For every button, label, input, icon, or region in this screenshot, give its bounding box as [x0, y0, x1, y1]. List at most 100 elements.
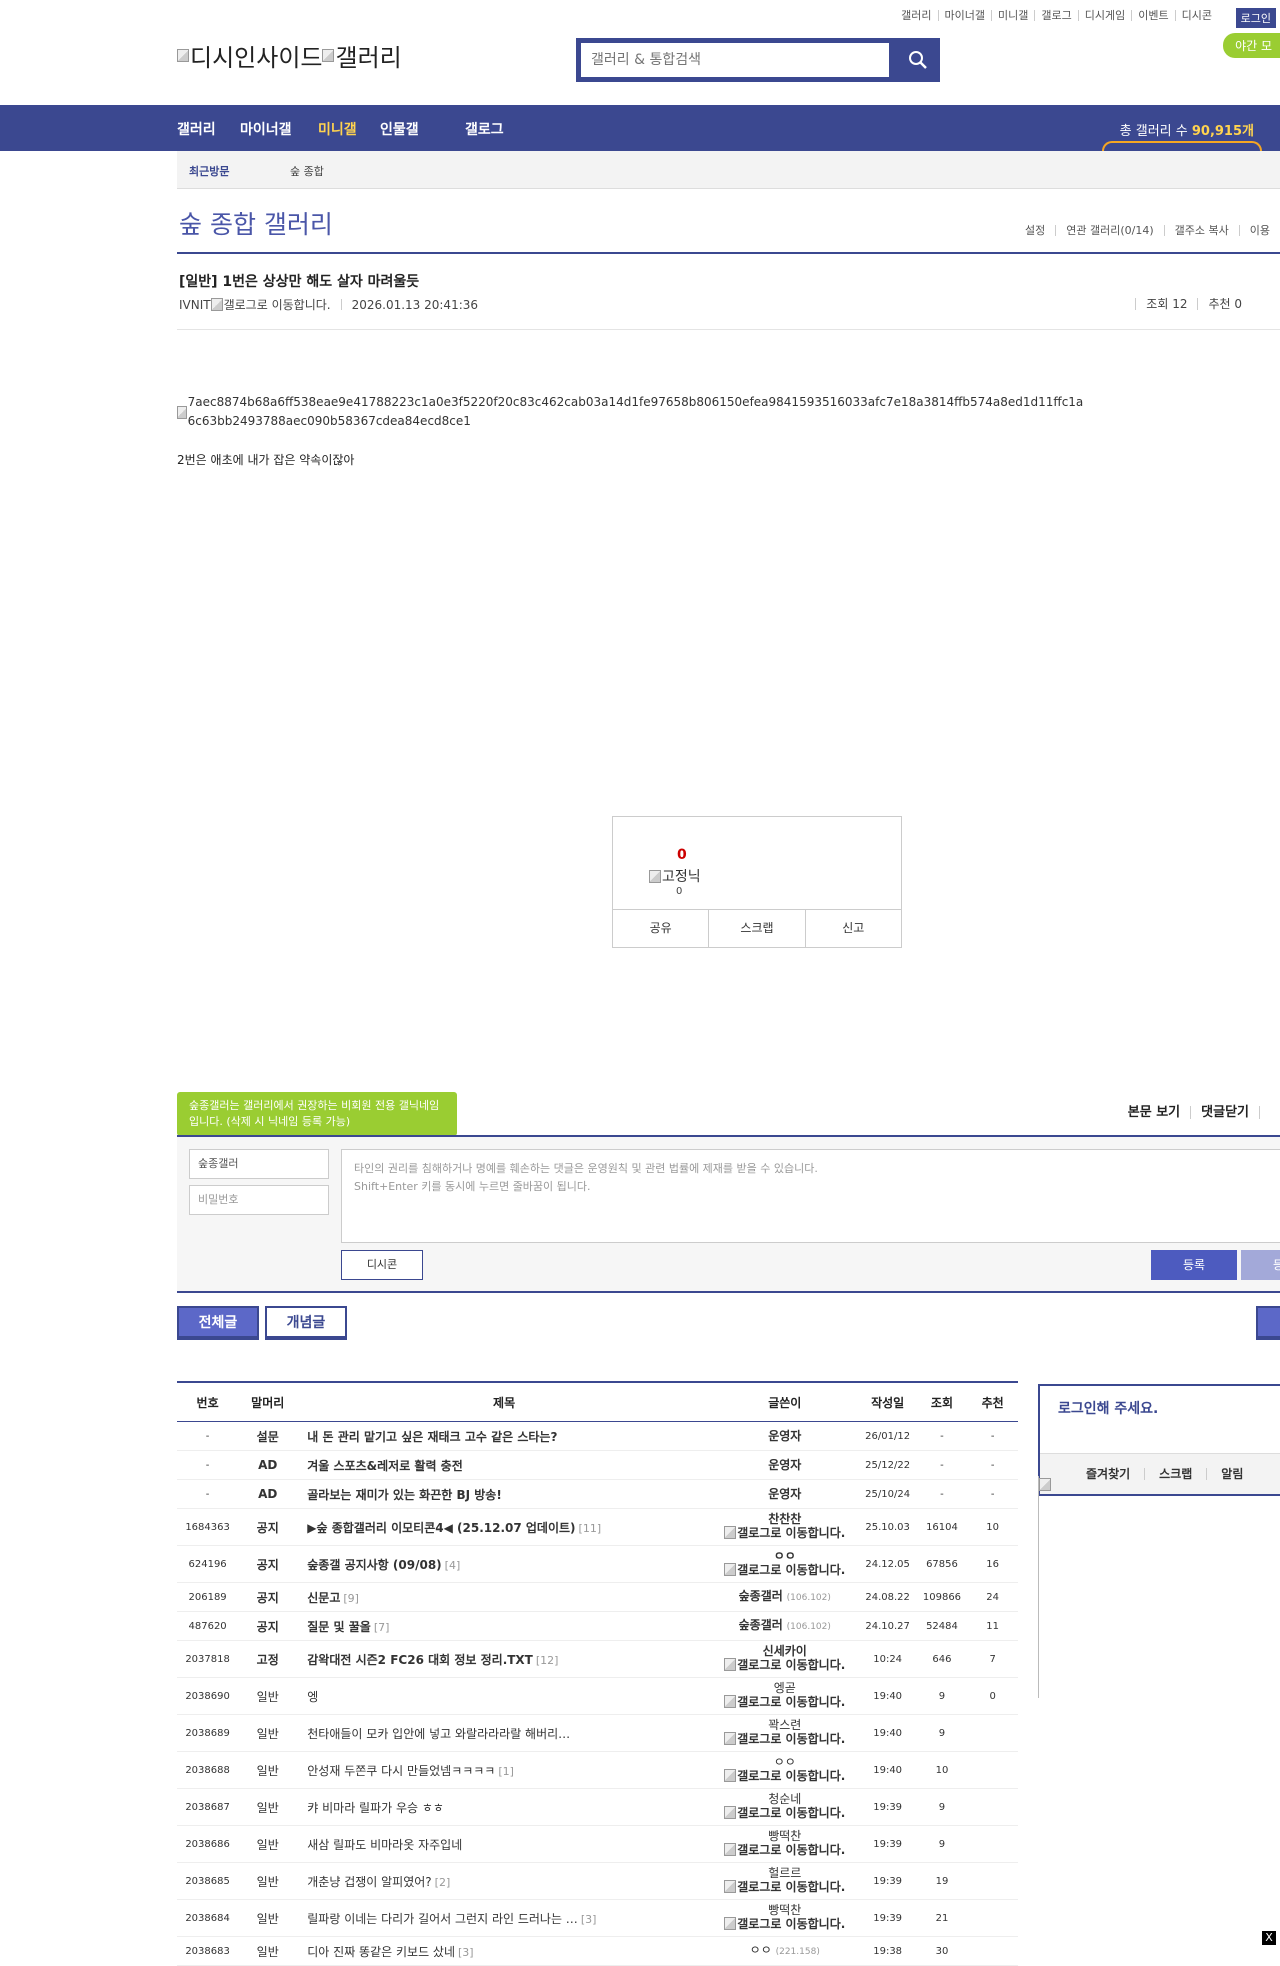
row-subject[interactable]: 질문 및 꿀올 [7] [297, 1611, 711, 1641]
row-writer-nick[interactable]: 청순네 [768, 1792, 801, 1806]
table-row[interactable]: 2038687 일반 캬 비마라 릴파가 우승 ㅎㅎ 청순네 갤로그로 이동합니다. 19… [177, 1788, 1018, 1826]
table-row[interactable]: 2038686 일반 새삼 릴파도 비마라옷 자주입네 빵떡찬 갤로그로 이동합니다. 1… [177, 1825, 1018, 1863]
table-row[interactable]: - AD 겨울 스포츠&레저로 활력 충전 운영자 25/12/22- - [177, 1450, 1018, 1480]
row-subject[interactable]: 릴파랑 이네는 다리가 길어서 그런지 라인 드러나는 … [3] [297, 1899, 711, 1937]
recent-visit-item[interactable]: 숲 종합 [290, 163, 324, 179]
top-link-dccon[interactable]: 디시콘 [1176, 10, 1218, 21]
report-button[interactable]: 신고 [804, 910, 901, 947]
row-subject[interactable]: 감왁대전 시즌2 FC26 대회 정보 정리.TXT [12] [297, 1640, 711, 1678]
close-icon[interactable]: X [1262, 1931, 1276, 1945]
row-subject[interactable]: 신문고 [9] [297, 1582, 711, 1612]
table-row[interactable]: 2037818 고정 감왁대전 시즌2 FC26 대회 정보 정리.TXT [12] 신… [177, 1640, 1018, 1678]
row-writer-nick[interactable]: 숲종갤러 [739, 1618, 783, 1632]
row-subject-text[interactable]: 신문고 [307, 1591, 340, 1605]
gallog-icon[interactable]: 갤로그로 이동합니다. [211, 296, 331, 313]
gallog-icon[interactable]: 갤로그로 이동합니다. [724, 1563, 845, 1577]
row-writer-nick[interactable]: 운영자 [768, 1429, 801, 1443]
dccon-button[interactable]: 디시콘 [341, 1250, 423, 1280]
side-ad[interactable] [1038, 1476, 1280, 1698]
gallog-icon[interactable]: 갤로그로 이동합니다. [724, 1732, 845, 1746]
row-reply-count[interactable]: [9] [343, 1592, 359, 1605]
row-subject-text[interactable]: 천타애들이 모카 입안에 넣고 와랄라라라랄 해버리… [307, 1727, 570, 1741]
row-writer-nick[interactable]: 빵떡찬 [768, 1903, 801, 1917]
share-button[interactable]: 공유 [613, 910, 708, 947]
row-subject[interactable]: ▶숲 종합갤러리 이모티콘4◀ (25.12.07 업데이트) [11] [297, 1508, 711, 1546]
row-writer-nick[interactable]: 운영자 [768, 1458, 801, 1472]
row-subject[interactable]: 개춘냥 겁쟁이 알피였어? [2] [297, 1862, 711, 1900]
top-link-mini[interactable]: 미니갤 [992, 10, 1036, 21]
row-subject[interactable]: 내 돈 관리 맡기고 싶은 재태크 고수 같은 스타는? [297, 1421, 711, 1451]
table-row[interactable]: 2038689 일반 천타애들이 모카 입안에 넣고 와랄라라라랄 해버리… 꽉스련 갤… [177, 1714, 1018, 1752]
table-row[interactable]: 2038683 일반 디아 진짜 똥같은 키보드 샀네 [3] ㅇㅇ (221.158)… [177, 1936, 1018, 1966]
row-reply-count[interactable]: [2] [435, 1876, 451, 1889]
row-writer-nick[interactable]: ㅇㅇ [774, 1755, 796, 1769]
gnb-minor-gallery[interactable]: 마이너갤 [240, 119, 292, 139]
top-link-gallog[interactable]: 갤로그 [1035, 10, 1079, 21]
row-subject-text[interactable]: 개춘냥 겁쟁이 알피였어? [307, 1875, 431, 1889]
row-subject-text[interactable]: 내 돈 관리 맡기고 싶은 재태크 고수 같은 스타는? [307, 1430, 557, 1444]
gnb-gallery[interactable]: 갤러리 [177, 119, 216, 139]
close-comments-link[interactable]: 댓글닫기 [1190, 1106, 1259, 1119]
table-row[interactable]: 206189 공지 신문고 [9] 숲종갤러 (106.102) 24.08.22 1098… [177, 1582, 1018, 1612]
row-subject[interactable]: 안성재 두쫀쿠 다시 만들었넴ㅋㅋㅋㅋ [1] [297, 1751, 711, 1789]
row-reply-count[interactable]: [1] [498, 1765, 514, 1778]
row-writer-nick[interactable]: ㅇㅇ [750, 1943, 772, 1957]
gnb-mini-gallery[interactable]: 미니갤 [318, 119, 357, 139]
row-subject[interactable]: 천타애들이 모카 입안에 넣고 와랄라라라랄 해버리… [297, 1714, 711, 1752]
scrap-button[interactable]: 스크랩 [708, 910, 804, 947]
search-icon[interactable] [908, 50, 928, 70]
row-writer-nick[interactable]: 엥곧 [774, 1681, 796, 1695]
gallery-title[interactable]: 숲 종합 갤러리 [179, 205, 333, 241]
view-body-link[interactable]: 본문 보기 [1118, 1106, 1190, 1119]
row-subject-text[interactable]: 새삼 릴파도 비마라옷 자주입네 [307, 1838, 462, 1852]
top-link-minor[interactable]: 마이너갤 [939, 10, 993, 21]
login-prompt[interactable]: 로그인해 주세요. [1058, 1398, 1158, 1418]
row-subject-text[interactable]: 릴파랑 이네는 다리가 길어서 그런지 라인 드러나는 … [307, 1912, 578, 1926]
top-link-event[interactable]: 이벤트 [1132, 10, 1176, 21]
row-writer-nick[interactable]: ㅇㅇ [774, 1549, 796, 1563]
gallog-icon[interactable]: 갤로그로 이동합니다. [724, 1526, 845, 1540]
night-mode-button[interactable]: 야간 모 [1223, 33, 1280, 58]
row-subject-text[interactable]: 골라보는 재미가 있는 화끈한 BJ 방송! [307, 1488, 502, 1502]
row-subject[interactable]: 숲종갤 공지사항 (09/08) [4] [297, 1545, 711, 1583]
row-writer-nick[interactable]: 꽉스련 [768, 1718, 801, 1732]
post-author[interactable]: IVNIT [179, 298, 211, 312]
row-reply-count[interactable]: [7] [374, 1621, 390, 1634]
table-row[interactable]: - 설문 내 돈 관리 맡기고 싶은 재태크 고수 같은 스타는? 운영자 26/01/… [177, 1421, 1018, 1451]
row-writer-nick[interactable]: 찬찬찬 [768, 1512, 801, 1526]
table-row[interactable]: 487620 공지 질문 및 꿀올 [7] 숲종갤러 (106.102) 24.10.27… [177, 1611, 1018, 1641]
row-reply-count[interactable]: [3] [458, 1946, 474, 1959]
gallog-icon[interactable]: 갤로그로 이동합니다. [724, 1843, 845, 1857]
row-writer-nick[interactable]: 헐르르 [768, 1866, 801, 1880]
row-reply-count[interactable]: [3] [581, 1913, 597, 1926]
gallog-icon[interactable]: 갤로그로 이동합니다. [724, 1769, 845, 1783]
comment-textarea[interactable]: 타인의 권리를 침해하거나 명예를 훼손하는 댓글은 운영원칙 및 관련 법률에… [341, 1149, 1280, 1243]
row-reply-count[interactable]: [4] [445, 1559, 461, 1572]
nickname-field[interactable]: 숲종갤러 [189, 1149, 329, 1179]
row-subject[interactable]: 캬 비마라 릴파가 우승 ㅎㅎ [297, 1788, 711, 1826]
gallery-settings[interactable]: 설정 [1015, 225, 1055, 236]
login-button[interactable]: 로그인 [1235, 8, 1276, 28]
row-subject[interactable]: 엥 [297, 1677, 711, 1715]
gallog-icon[interactable]: 갤로그로 이동합니다. [724, 1806, 845, 1820]
password-field[interactable]: 비밀번호 [189, 1185, 329, 1215]
row-subject-text[interactable]: 엥 [307, 1690, 318, 1704]
row-subject-text[interactable]: 캬 비마라 릴파가 우승 ㅎㅎ [307, 1801, 444, 1815]
gnb-gallog[interactable]: 갤로그 [465, 119, 504, 139]
table-row[interactable]: - AD 골라보는 재미가 있는 화끈한 BJ 방송! 운영자 25/10/24- - [177, 1479, 1018, 1509]
row-writer-nick[interactable]: 운영자 [768, 1487, 801, 1501]
table-row[interactable]: 2038688 일반 안성재 두쫀쿠 다시 만들었넴ㅋㅋㅋㅋ [1] ㅇㅇ 갤로그로 이동… [177, 1751, 1018, 1789]
table-row[interactable]: 1684363 공지 ▶숲 종합갤러리 이모티콘4◀ (25.12.07 업데이트)… [177, 1508, 1018, 1546]
write-button[interactable] [1256, 1306, 1280, 1340]
row-reply-count[interactable]: [12] [536, 1654, 559, 1667]
row-subject[interactable]: 디아 진짜 똥같은 키보드 샀네 [3] [297, 1936, 711, 1966]
row-reply-count[interactable]: [11] [579, 1522, 602, 1535]
row-subject-text[interactable]: 안성재 두쫀쿠 다시 만들었넴ㅋㅋㅋㅋ [307, 1764, 495, 1778]
row-writer-nick[interactable]: 숲종갤러 [739, 1589, 783, 1603]
table-row[interactable]: 624196 공지 숲종갤 공지사항 (09/08) [4] ㅇㅇ 갤로그로 이동합니다.… [177, 1545, 1018, 1583]
copy-gallery-url[interactable]: 갤주소 복사 [1163, 225, 1239, 236]
comment-link-extra[interactable] [1259, 1106, 1280, 1119]
search-input[interactable] [581, 43, 889, 77]
gallery-usage[interactable]: 이용 [1238, 225, 1280, 236]
row-writer-nick[interactable]: 빵떡찬 [768, 1829, 801, 1843]
